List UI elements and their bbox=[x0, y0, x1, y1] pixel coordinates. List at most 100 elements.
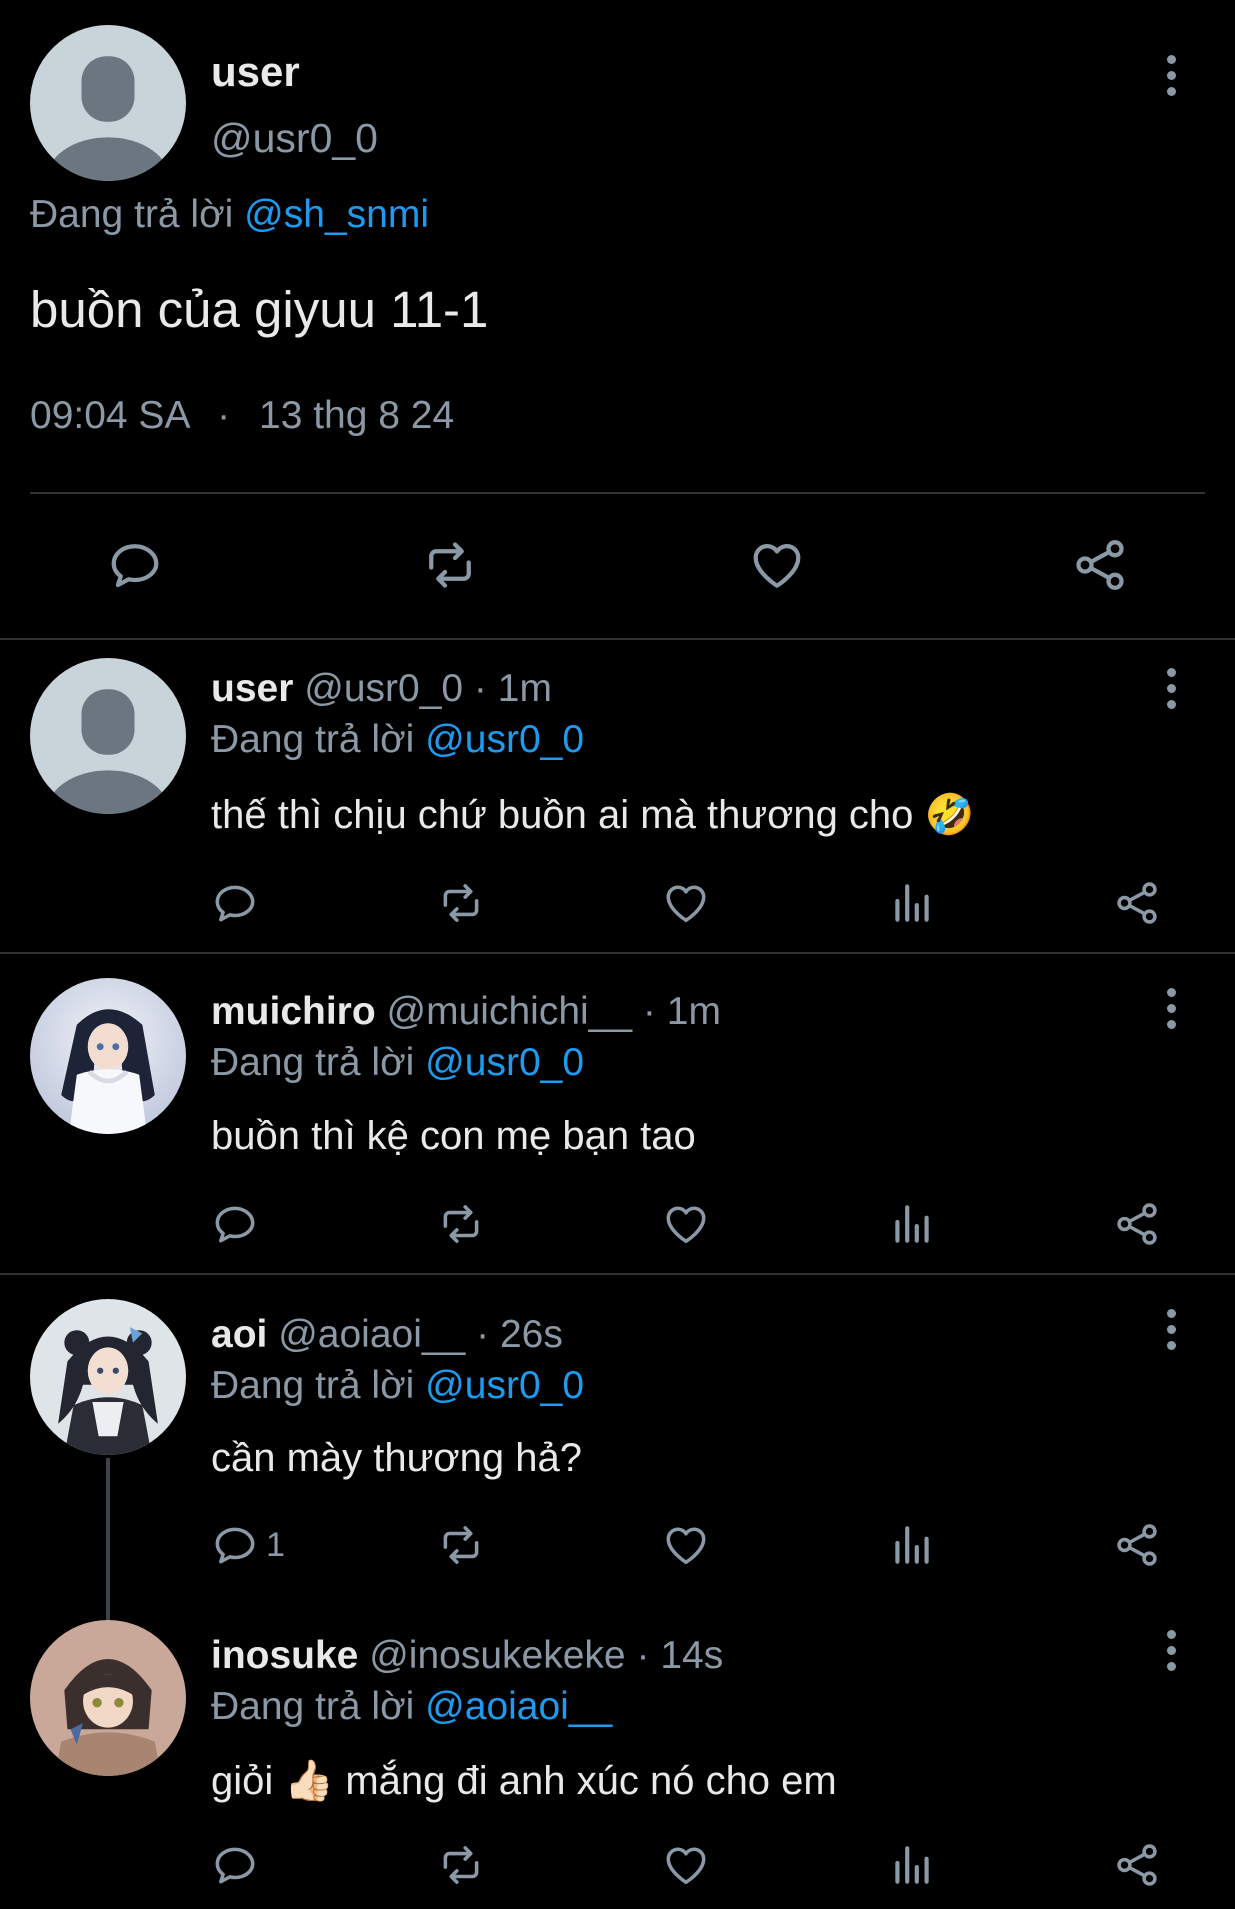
more-options-icon[interactable] bbox=[1156, 658, 1186, 718]
replying-handle-link[interactable]: @usr0_0 bbox=[425, 1364, 584, 1407]
retweet-button[interactable] bbox=[436, 878, 486, 928]
like-button[interactable] bbox=[661, 1520, 711, 1570]
share-button[interactable] bbox=[1070, 535, 1130, 595]
tweet-time: 09:04 SA bbox=[30, 394, 189, 437]
handle[interactable]: @muichichi__ bbox=[387, 990, 633, 1033]
views-button[interactable] bbox=[887, 1840, 937, 1890]
retweet-button[interactable] bbox=[436, 1199, 486, 1249]
reply-count: 1 bbox=[266, 1525, 285, 1564]
views-button[interactable] bbox=[887, 878, 937, 928]
views-button[interactable] bbox=[887, 1520, 937, 1570]
anime-avatar-icon bbox=[30, 1299, 186, 1455]
thread-line bbox=[106, 1458, 110, 1620]
display-name[interactable]: user bbox=[211, 667, 293, 710]
reply-time: 1m bbox=[497, 667, 552, 710]
replying-to: Đang trả lời @usr0_0 bbox=[211, 1041, 584, 1085]
retweet-button[interactable] bbox=[436, 1520, 486, 1570]
handle[interactable]: @aoiaoi__ bbox=[278, 1313, 465, 1356]
more-options-icon[interactable] bbox=[1156, 1620, 1186, 1680]
reply-icon bbox=[210, 1199, 260, 1249]
avatar[interactable] bbox=[30, 25, 186, 181]
retweet-button[interactable] bbox=[436, 1840, 486, 1890]
handle[interactable]: @usr0_0 bbox=[211, 115, 378, 162]
display-name[interactable]: inosuke bbox=[211, 1634, 358, 1677]
reply-text-body: thế thì chịu chứ buồn ai mà thương cho bbox=[211, 793, 914, 837]
reply-button[interactable] bbox=[210, 878, 260, 928]
more-options-icon[interactable] bbox=[1156, 1299, 1186, 1359]
retweet-icon bbox=[436, 878, 486, 928]
avatar[interactable] bbox=[30, 978, 186, 1134]
replying-handle-link[interactable]: @usr0_0 bbox=[425, 718, 584, 761]
time-separator: · bbox=[476, 1313, 490, 1356]
reply-text: giỏi 👍🏻 mắng đi anh xúc nó cho em bbox=[211, 1757, 837, 1804]
replying-to: Đang trả lời @sh_snmi bbox=[30, 193, 429, 237]
like-button[interactable] bbox=[661, 878, 711, 928]
replying-prefix: Đang trả lời bbox=[211, 1364, 415, 1407]
retweet-icon bbox=[436, 1520, 486, 1570]
reply-text-after: mắng đi anh xúc nó cho em bbox=[345, 1759, 837, 1803]
handle[interactable]: @usr0_0 bbox=[304, 667, 463, 710]
heart-icon bbox=[661, 1199, 711, 1249]
time-separator: · bbox=[636, 1634, 650, 1677]
default-avatar-icon bbox=[30, 25, 186, 181]
reply-icon bbox=[210, 878, 260, 928]
avatar[interactable] bbox=[30, 1299, 186, 1455]
replying-to: Đang trả lời @usr0_0 bbox=[211, 718, 584, 762]
reply-button[interactable] bbox=[210, 1199, 260, 1249]
reply-icon bbox=[210, 1840, 260, 1890]
reply-header: inosuke @inosukekeke · 14s bbox=[211, 1634, 723, 1678]
divider bbox=[30, 492, 1205, 494]
time-separator: · bbox=[473, 667, 487, 710]
like-button[interactable] bbox=[661, 1840, 711, 1890]
share-icon bbox=[1112, 1199, 1162, 1249]
views-icon bbox=[887, 1840, 937, 1890]
share-icon bbox=[1112, 1840, 1162, 1890]
views-button[interactable] bbox=[887, 1199, 937, 1249]
reply-button[interactable] bbox=[210, 1840, 260, 1890]
reply-button[interactable]: 1 bbox=[210, 1520, 285, 1570]
share-button[interactable] bbox=[1112, 1840, 1162, 1890]
tweet-text: buồn của giyuu 11-1 bbox=[30, 281, 489, 338]
more-options-icon[interactable] bbox=[1156, 45, 1186, 105]
divider bbox=[0, 1273, 1235, 1275]
replying-prefix: Đang trả lời bbox=[30, 193, 234, 236]
emoji: 🤣 bbox=[924, 793, 975, 837]
views-icon bbox=[887, 878, 937, 928]
reply-button[interactable] bbox=[105, 535, 165, 595]
reply-icon bbox=[210, 1520, 260, 1570]
reply-text: thế thì chịu chứ buồn ai mà thương cho 🤣 bbox=[211, 791, 974, 838]
retweet-icon bbox=[436, 1840, 486, 1890]
avatar[interactable] bbox=[30, 1620, 186, 1776]
share-icon bbox=[1112, 1520, 1162, 1570]
avatar[interactable] bbox=[30, 658, 186, 814]
like-button[interactable] bbox=[661, 1199, 711, 1249]
replying-handle-link[interactable]: @usr0_0 bbox=[425, 1041, 584, 1084]
divider bbox=[0, 638, 1235, 640]
display-name[interactable]: aoi bbox=[211, 1313, 267, 1356]
heart-icon bbox=[661, 1520, 711, 1570]
replying-handle-link[interactable]: @aoiaoi__ bbox=[425, 1685, 612, 1728]
views-icon bbox=[887, 1520, 937, 1570]
tweet-date: 13 thg 8 24 bbox=[259, 394, 455, 437]
share-button[interactable] bbox=[1112, 1520, 1162, 1570]
display-name[interactable]: muichiro bbox=[211, 990, 376, 1033]
replying-prefix: Đang trả lời bbox=[211, 1041, 415, 1084]
reply-text: cần mày thương hả? bbox=[211, 1436, 582, 1480]
replying-prefix: Đang trả lời bbox=[211, 1685, 415, 1728]
anime-avatar-icon bbox=[30, 1620, 186, 1776]
reply-time: 14s bbox=[660, 1634, 724, 1677]
like-button[interactable] bbox=[747, 535, 807, 595]
display-name[interactable]: user bbox=[211, 48, 300, 96]
retweet-icon bbox=[436, 1199, 486, 1249]
retweet-button[interactable] bbox=[420, 535, 480, 595]
more-options-icon[interactable] bbox=[1156, 978, 1186, 1038]
share-button[interactable] bbox=[1112, 878, 1162, 928]
share-icon bbox=[1070, 535, 1130, 595]
reply-header: aoi @aoiaoi__ · 26s bbox=[211, 1313, 563, 1357]
views-icon bbox=[887, 1199, 937, 1249]
handle[interactable]: @inosukekeke bbox=[369, 1634, 625, 1677]
share-button[interactable] bbox=[1112, 1199, 1162, 1249]
replying-handle-link[interactable]: @sh_snmi bbox=[244, 193, 429, 236]
share-icon bbox=[1112, 878, 1162, 928]
replying-to: Đang trả lời @usr0_0 bbox=[211, 1364, 584, 1408]
